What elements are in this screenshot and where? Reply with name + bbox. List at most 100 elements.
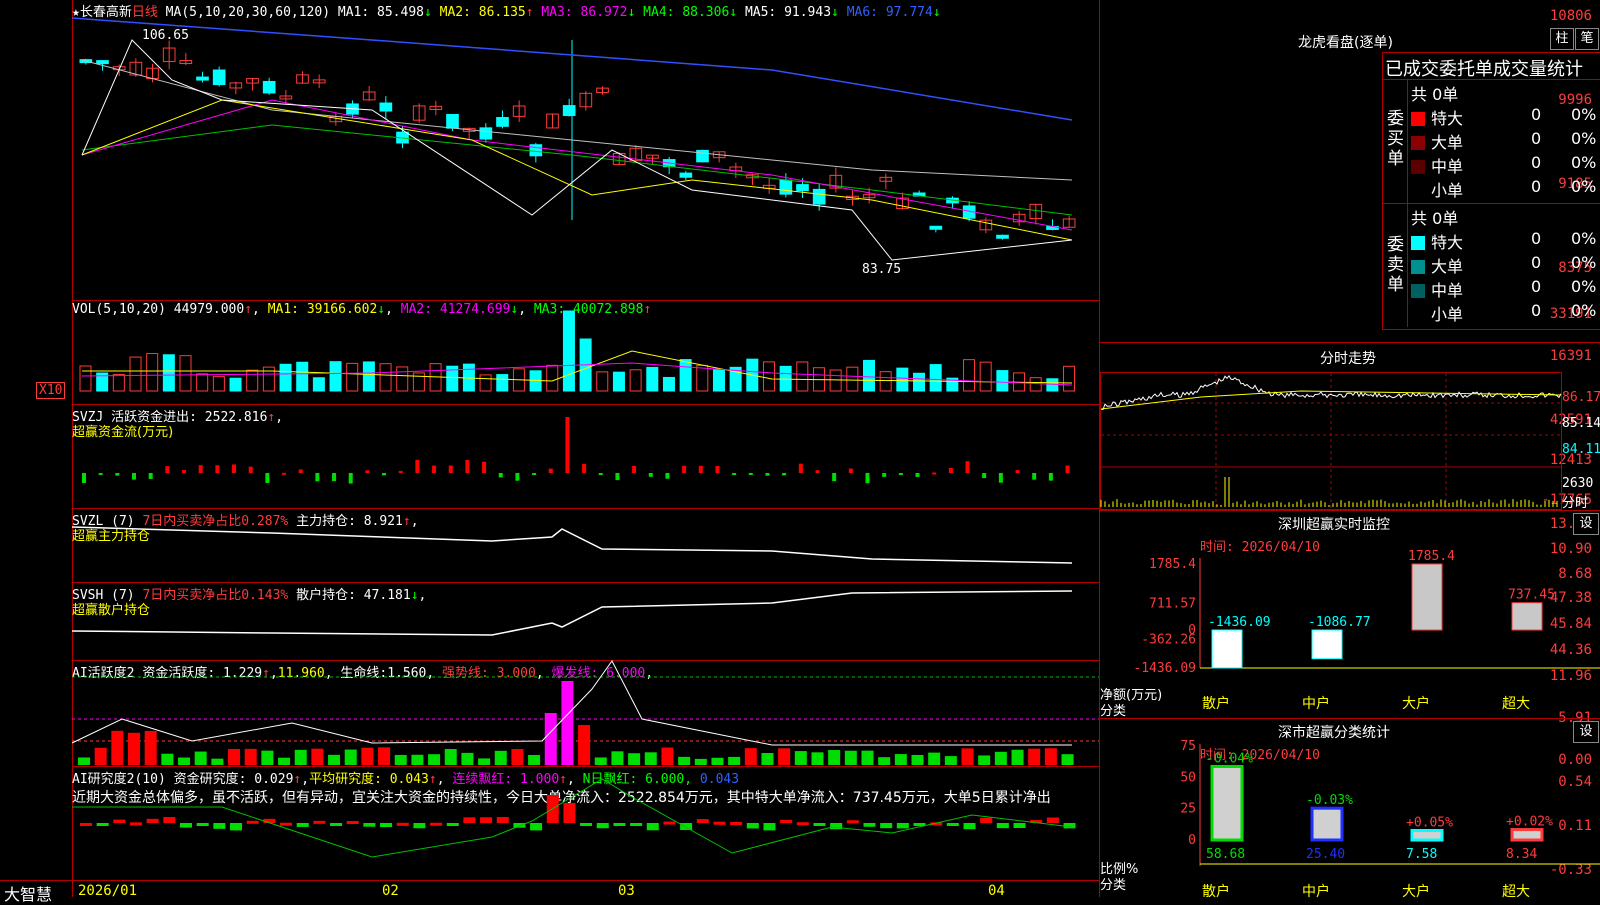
svsh-chart[interactable] bbox=[71, 583, 1099, 661]
intraday-y-tick: 86.17 bbox=[1562, 390, 1600, 405]
flow-bar bbox=[148, 473, 153, 479]
sz-class-chart[interactable]: 75 50 25 0 -0.04% 58.68 散户 -0.03% 25.40 中户 +0.05% 7… bbox=[1100, 716, 1600, 900]
x-tick: 02 bbox=[382, 883, 399, 899]
order-size-label: 特大 bbox=[1431, 233, 1464, 252]
flow-bar bbox=[748, 473, 753, 475]
stats-title: 已成交委托单成交量统计 bbox=[1385, 59, 1583, 80]
candle bbox=[496, 117, 509, 127]
activity-bar bbox=[1061, 754, 1074, 765]
order-percent: 0% bbox=[1571, 153, 1597, 172]
order-row: 中单 0 0% bbox=[1411, 153, 1600, 177]
ai-activity-panel[interactable]: AI活跃度2 资金活跃度: 1.229↑,11.960, 生命线:1.560, … bbox=[71, 660, 1099, 767]
research-bar bbox=[463, 817, 476, 823]
flow-bar bbox=[598, 473, 603, 475]
research-bar bbox=[230, 823, 243, 831]
activity-bar bbox=[978, 755, 991, 765]
activity-bar bbox=[461, 752, 474, 765]
kline-panel[interactable]: ★长春高新日线 MA(5,10,20,30,60,120) MA1: 85.49… bbox=[71, 0, 1099, 300]
category-label: 超大 bbox=[1502, 884, 1530, 900]
order-count: 0 bbox=[1531, 301, 1542, 320]
order-size-label: 中单 bbox=[1431, 281, 1464, 300]
intraday-chart[interactable] bbox=[1100, 372, 1562, 510]
sz-monitor-chart[interactable]: 1785.4711.570-362.26-1436.09-1436.09散户-1… bbox=[1100, 508, 1600, 714]
research-bar bbox=[480, 817, 493, 823]
flow-bar bbox=[415, 459, 420, 473]
research-bar bbox=[280, 822, 293, 826]
activity-bar bbox=[661, 747, 674, 765]
volume-panel[interactable]: VOL(5,10,20) 44979.000↑, MA1: 39166.602↓… bbox=[72, 300, 1099, 405]
activity-bar bbox=[328, 754, 341, 765]
activity-bar bbox=[278, 757, 291, 765]
date-axis[interactable]: 大智慧 2026/01 02 03 04 bbox=[0, 880, 1100, 904]
bar-value-label: 1785.4 bbox=[1408, 549, 1455, 564]
volume-bar bbox=[496, 374, 509, 392]
sell-total: 共 0单 bbox=[1411, 209, 1459, 228]
kline-chart[interactable] bbox=[71, 0, 1099, 300]
flow-bar bbox=[98, 473, 103, 475]
research-bar bbox=[863, 823, 876, 827]
candle bbox=[529, 144, 543, 157]
flow-bar bbox=[465, 459, 470, 473]
activity-bar bbox=[828, 750, 841, 765]
volume-bar bbox=[712, 369, 725, 392]
candle bbox=[379, 102, 393, 112]
research-bar bbox=[680, 823, 693, 830]
flow-bar bbox=[332, 473, 337, 482]
change-label: +0.02% bbox=[1506, 815, 1553, 830]
svzl-chart[interactable] bbox=[71, 509, 1099, 583]
order-row: 小单 0 0% bbox=[1411, 177, 1600, 201]
svzl-panel[interactable]: SVZL (7) 7日内买卖净占比0.287% 主力持仓: 8.921↑, 超赢… bbox=[71, 508, 1099, 583]
flow-bar bbox=[248, 466, 253, 473]
category-label: 大户 bbox=[1402, 695, 1430, 712]
candle bbox=[796, 184, 809, 192]
order-percent: 0% bbox=[1571, 301, 1597, 320]
activity-bar bbox=[994, 751, 1007, 765]
activity-bar bbox=[711, 757, 724, 765]
flow-bar bbox=[682, 465, 687, 473]
volume-bar bbox=[162, 354, 175, 392]
x-tick: 03 bbox=[618, 883, 635, 899]
research-bar bbox=[146, 818, 159, 823]
legend-swatch bbox=[1411, 136, 1425, 150]
volume-bar bbox=[629, 369, 642, 392]
flow-bar bbox=[965, 461, 970, 473]
flow-bar bbox=[632, 465, 637, 473]
activity-bar bbox=[528, 754, 541, 765]
research-bar bbox=[796, 822, 809, 826]
flow-bar bbox=[215, 465, 220, 473]
svzj-chart[interactable] bbox=[72, 405, 1099, 509]
research-chart[interactable] bbox=[72, 767, 1099, 881]
research-panel[interactable]: AI研究度2(10) 资金研究度: 0.029↑,平均研究度: 0.043↑, … bbox=[72, 766, 1099, 881]
ma2-line bbox=[81, 99, 1073, 241]
candle bbox=[562, 105, 576, 117]
bar-mode-button[interactable]: 柱 bbox=[1550, 28, 1574, 50]
volume-bar bbox=[879, 371, 892, 392]
activity-bar bbox=[611, 751, 624, 765]
volume-chart[interactable] bbox=[72, 301, 1099, 405]
activity-bar bbox=[311, 748, 324, 765]
research-bar bbox=[1013, 823, 1026, 828]
svsh-panel[interactable]: SVSH (7) 7日内买卖净占比0.143% 散户持仓: 47.181↓, 超… bbox=[71, 582, 1099, 661]
research-bar bbox=[180, 823, 193, 828]
research-bar bbox=[446, 823, 459, 826]
change-label: +0.05% bbox=[1406, 815, 1453, 830]
ai-activity-chart[interactable] bbox=[71, 660, 1099, 767]
research-bar bbox=[780, 819, 793, 823]
retail-position-line bbox=[71, 590, 1073, 636]
candle bbox=[479, 127, 493, 140]
order-percent: 0% bbox=[1571, 105, 1597, 124]
flow-bar bbox=[665, 473, 670, 479]
volume-bar bbox=[846, 366, 859, 392]
order-count: 0 bbox=[1531, 253, 1542, 272]
order-size-label: 大单 bbox=[1431, 257, 1464, 276]
low-price-label: 83.75 bbox=[862, 262, 902, 277]
bar-value-label: -1086.77 bbox=[1308, 615, 1371, 630]
flow-bar bbox=[348, 473, 353, 484]
intraday-y-tick: 84.11 bbox=[1562, 442, 1600, 457]
research-bar bbox=[763, 823, 776, 831]
svzj-panel[interactable]: SVZJ 活跃资金进出: 2522.816↑, 超赢资金流(万元) bbox=[72, 404, 1099, 509]
research-bar bbox=[696, 819, 709, 823]
volume-bar bbox=[229, 377, 242, 392]
tick-mode-button[interactable]: 笔 bbox=[1575, 28, 1599, 50]
activity-bar bbox=[878, 757, 891, 765]
